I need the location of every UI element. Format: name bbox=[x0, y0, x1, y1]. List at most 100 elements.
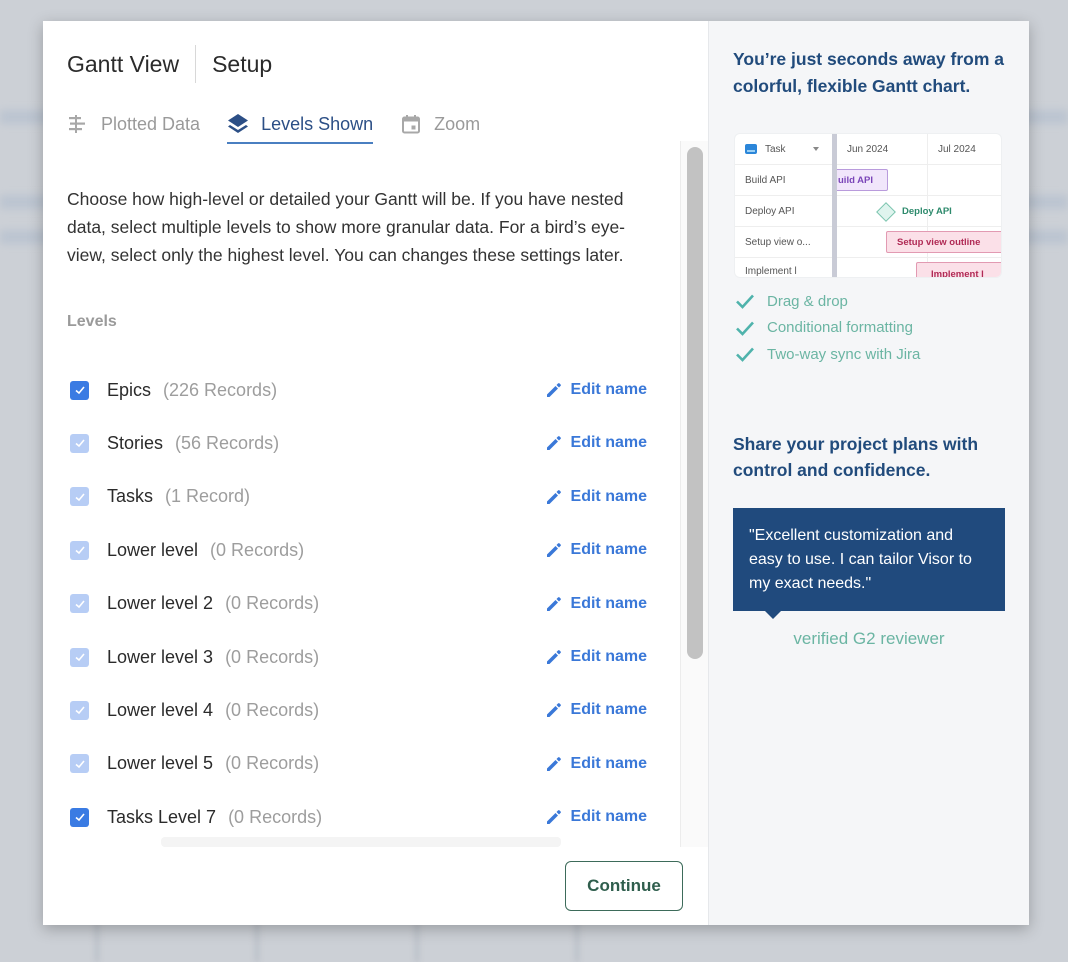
setup-tabs: Plotted Data Levels Shown Zoom bbox=[67, 107, 507, 144]
level-row: Lower level 4 (0 Records) Edit name bbox=[67, 695, 647, 725]
checkmark-icon bbox=[736, 347, 754, 363]
levels-heading: Levels bbox=[67, 313, 117, 330]
checkmark-icon bbox=[736, 294, 754, 310]
preview-task-name: Setup view o... bbox=[745, 236, 811, 248]
level-name: Tasks Level 7 bbox=[107, 806, 217, 827]
preview-month: Jun 2024 bbox=[847, 144, 889, 155]
promo-panel: You’re just seconds away from a colorful… bbox=[708, 21, 1029, 925]
level-checkbox[interactable] bbox=[70, 487, 89, 507]
modal-subtitle: Setup bbox=[212, 50, 273, 77]
preview-task-name: Implement l bbox=[745, 266, 797, 277]
backdrop-line bbox=[255, 920, 259, 962]
levels-description: Choose how high-level or detailed your G… bbox=[67, 189, 626, 265]
level-checkbox[interactable] bbox=[70, 754, 89, 774]
preview-row: Setup view o... Setup view outline bbox=[735, 227, 1001, 258]
level-name: Lower level 5 bbox=[107, 753, 214, 774]
feature-list: Drag & drop Conditional formatting Two-w… bbox=[735, 288, 920, 368]
level-row: Tasks (1 Record) Edit name bbox=[67, 482, 647, 512]
check-icon bbox=[74, 493, 85, 501]
level-row: Epics (226 Records) Edit name bbox=[67, 375, 647, 405]
check-icon bbox=[74, 813, 85, 822]
edit-name-label: Edit name bbox=[570, 487, 647, 505]
title-divider bbox=[195, 45, 197, 83]
pencil-icon bbox=[546, 650, 561, 664]
level-name: Tasks bbox=[107, 486, 154, 507]
level-checkbox[interactable] bbox=[70, 700, 89, 720]
preview-column-header: Task bbox=[765, 143, 786, 155]
level-name: Lower level 2 bbox=[107, 593, 214, 614]
pencil-icon bbox=[546, 543, 561, 558]
edit-name-label: Edit name bbox=[570, 594, 647, 612]
modal-title: Gantt View bbox=[67, 50, 180, 77]
tab-label: Plotted Data bbox=[101, 113, 201, 134]
tab-levels-shown[interactable]: Levels Shown bbox=[227, 107, 374, 144]
edit-name-button[interactable]: Edit name bbox=[545, 381, 647, 399]
backdrop-line bbox=[415, 920, 419, 962]
promo-subtitle: Share your project plans with control an… bbox=[733, 434, 979, 480]
preview-milestone-label: Deploy API bbox=[902, 205, 952, 217]
list-fade bbox=[161, 837, 561, 847]
preview-bar: Setup view outline bbox=[886, 231, 1001, 253]
edit-name-button[interactable]: Edit name bbox=[545, 488, 647, 506]
task-type-icon bbox=[745, 144, 757, 154]
tab-label: Zoom bbox=[434, 113, 481, 134]
pencil-icon bbox=[546, 436, 561, 451]
checkmark-icon bbox=[736, 321, 754, 336]
promo-title: You’re just seconds away from a colorful… bbox=[733, 49, 1005, 96]
edit-name-button[interactable]: Edit name bbox=[545, 808, 647, 826]
preview-row: Build API uild API bbox=[735, 165, 1001, 196]
level-name: Lower level bbox=[107, 539, 199, 560]
level-row: Lower level 3 (0 Records) Edit name bbox=[67, 642, 647, 672]
level-checkbox[interactable] bbox=[70, 807, 89, 827]
tab-plotted-data[interactable]: Plotted Data bbox=[67, 107, 200, 141]
level-row: Stories (56 Records) Edit name bbox=[67, 428, 647, 458]
level-record-count: (0 Records) bbox=[225, 699, 320, 720]
edit-name-button[interactable]: Edit name bbox=[545, 595, 647, 613]
level-row: Lower level (0 Records) Edit name bbox=[67, 535, 647, 565]
scrollbar-thumb[interactable] bbox=[687, 147, 703, 659]
edit-name-label: Edit name bbox=[570, 541, 647, 559]
modal-header: Gantt View Setup bbox=[67, 45, 272, 83]
level-checkbox[interactable] bbox=[70, 594, 89, 614]
edit-name-button[interactable]: Edit name bbox=[545, 434, 647, 452]
level-checkbox[interactable] bbox=[70, 380, 89, 400]
feature-label: Drag & drop bbox=[767, 292, 848, 310]
edit-name-label: Edit name bbox=[570, 381, 647, 398]
edit-name-button[interactable]: Edit name bbox=[545, 541, 647, 559]
gantt-setup-modal: Gantt View Setup Plotted Data Levels Sho… bbox=[43, 21, 1029, 925]
check-icon bbox=[74, 600, 85, 608]
preview-month: Jul 2024 bbox=[938, 144, 976, 155]
level-checkbox[interactable] bbox=[70, 540, 89, 560]
feature-label: Conditional formatting bbox=[767, 319, 913, 337]
level-record-count: (0 Records) bbox=[225, 753, 320, 774]
layers-icon bbox=[227, 113, 249, 135]
preview-row: Implement l Implement l bbox=[735, 258, 1001, 277]
gantt-preview-image: Task Jun 2024 Jul 2024 Build API uild AP… bbox=[735, 134, 1001, 277]
feature-item: Conditional formatting bbox=[735, 315, 920, 342]
check-icon bbox=[74, 760, 85, 768]
caret-down-icon bbox=[813, 147, 819, 151]
preview-bar: Implement l bbox=[916, 262, 1001, 277]
pencil-icon bbox=[546, 383, 561, 397]
level-row: Lower level 2 (0 Records) Edit name bbox=[67, 589, 647, 619]
edit-name-label: Edit name bbox=[570, 754, 647, 772]
continue-button[interactable]: Continue bbox=[565, 861, 683, 911]
preview-row: Deploy API Deploy API bbox=[735, 196, 1001, 227]
pencil-icon bbox=[546, 596, 561, 611]
level-record-count: (0 Records) bbox=[225, 646, 320, 667]
edit-name-button[interactable]: Edit name bbox=[545, 701, 647, 719]
pencil-icon bbox=[546, 703, 561, 718]
edit-name-button[interactable]: Edit name bbox=[545, 755, 647, 773]
level-row: Tasks Level 7 (0 Records) Edit name bbox=[67, 802, 647, 832]
plotted-data-icon bbox=[67, 113, 89, 135]
tab-zoom[interactable]: Zoom bbox=[400, 107, 480, 141]
check-icon bbox=[74, 653, 85, 662]
level-checkbox[interactable] bbox=[70, 647, 89, 667]
testimonial-attribution: verified G2 reviewer bbox=[793, 629, 945, 648]
calendar-icon bbox=[400, 113, 422, 135]
levels-scroll-area: Choose how high-level or detailed your G… bbox=[43, 141, 680, 847]
level-record-count: (226 Records) bbox=[163, 379, 278, 400]
edit-name-button[interactable]: Edit name bbox=[545, 648, 647, 666]
level-checkbox[interactable] bbox=[70, 433, 89, 453]
edit-name-label: Edit name bbox=[570, 808, 647, 826]
